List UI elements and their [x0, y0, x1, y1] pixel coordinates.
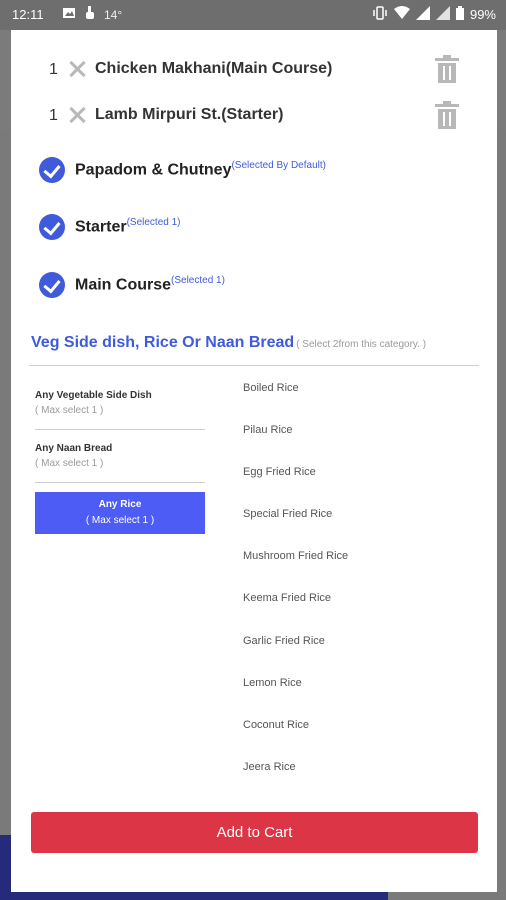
cart-item: 1 Lamb Mirpuri St.(Starter) — [11, 101, 497, 131]
selection-label: Main Course — [75, 276, 172, 294]
category-note: ( Select 2from this category. ) — [296, 339, 427, 350]
status-time: 12:11 — [12, 7, 44, 22]
selection-label: Starter — [75, 218, 127, 236]
selection-papadom[interactable]: Papadom & Chutney(Selected By Default) — [39, 155, 479, 185]
divider — [35, 429, 205, 430]
selection-label: Papadom & Chutney — [75, 161, 232, 179]
cart-item-name: Chicken Makhani(Main Course) — [95, 60, 333, 77]
subcategory-title: Any Rice — [98, 499, 142, 510]
subcategory-max: ( Max select 1 ) — [35, 405, 104, 416]
cart-item: 1 Chicken Makhani(Main Course) — [11, 55, 497, 85]
subcategory-max: ( Max select 1 ) — [35, 458, 104, 469]
times-icon — [67, 105, 87, 125]
battery-icon — [455, 6, 464, 23]
check-circle-icon — [39, 214, 65, 240]
trash-icon[interactable] — [435, 101, 459, 129]
option-item[interactable]: Lemon Rice — [243, 677, 302, 689]
status-bar: 12:11 14° 99% — [0, 0, 506, 30]
add-to-cart-button[interactable]: Add to Cart — [31, 812, 478, 853]
option-item[interactable]: Pilau Rice — [243, 424, 293, 436]
category-title: Veg Side dish, Rice Or Naan Bread( Selec… — [31, 334, 426, 352]
selection-main-course[interactable]: Main Course(Selected 1) — [39, 270, 479, 300]
category-title-text: Veg Side dish, Rice Or Naan Bread — [31, 334, 295, 351]
wifi-icon — [393, 6, 410, 23]
battery-level: 99% — [469, 7, 496, 22]
status-notification-icons: 14° — [62, 6, 122, 23]
subcategory-title: Any Naan Bread — [35, 443, 113, 454]
check-circle-icon — [39, 157, 65, 183]
customize-meal-modal: 1 Chicken Makhani(Main Course) 1 Lamb Mi… — [11, 30, 497, 892]
cart-item-qty: 1 — [49, 61, 58, 78]
subcategory-max: ( Max select 1 ) — [85, 515, 155, 526]
check-circle-icon — [39, 272, 65, 298]
selection-note: (Selected 1) — [171, 275, 225, 286]
hand-notification-icon — [84, 6, 96, 23]
selection-note: (Selected By Default) — [231, 160, 326, 171]
status-temperature: 14° — [104, 7, 123, 22]
signal-icon-2 — [435, 6, 450, 23]
divider — [29, 365, 479, 366]
option-item[interactable]: Garlic Fried Rice — [243, 635, 325, 647]
option-item[interactable]: Egg Fried Rice — [243, 466, 316, 478]
cart-item-name: Lamb Mirpuri St.(Starter) — [95, 106, 284, 123]
subcategory-vegetable-side-dish[interactable]: Any Vegetable Side Dish ( Max select 1 ) — [35, 386, 205, 430]
option-item[interactable]: Jeera Rice — [243, 761, 296, 773]
cart-item-qty: 1 — [49, 107, 58, 124]
subcategory-rice-active[interactable]: Any Rice ( Max select 1 ) — [35, 492, 205, 534]
signal-icon — [415, 6, 430, 23]
vibrate-icon — [372, 6, 388, 23]
selection-note: (Selected 1) — [126, 217, 181, 228]
option-item[interactable]: Special Fried Rice — [243, 508, 332, 520]
option-item[interactable]: Mushroom Fried Rice — [243, 550, 348, 562]
image-notification-icon — [62, 6, 76, 23]
status-system-icons: 99% — [372, 6, 496, 23]
subcategory-naan-bread[interactable]: Any Naan Bread ( Max select 1 ) — [35, 439, 205, 483]
subcategory-title: Any Vegetable Side Dish — [35, 390, 152, 401]
trash-icon[interactable] — [435, 55, 459, 83]
selection-starter[interactable]: Starter(Selected 1) — [39, 212, 479, 242]
option-item[interactable]: Boiled Rice — [243, 382, 299, 394]
option-item[interactable]: Coconut Rice — [243, 719, 309, 731]
times-icon — [67, 59, 87, 79]
divider — [35, 482, 205, 483]
option-item[interactable]: Keema Fried Rice — [243, 592, 331, 604]
